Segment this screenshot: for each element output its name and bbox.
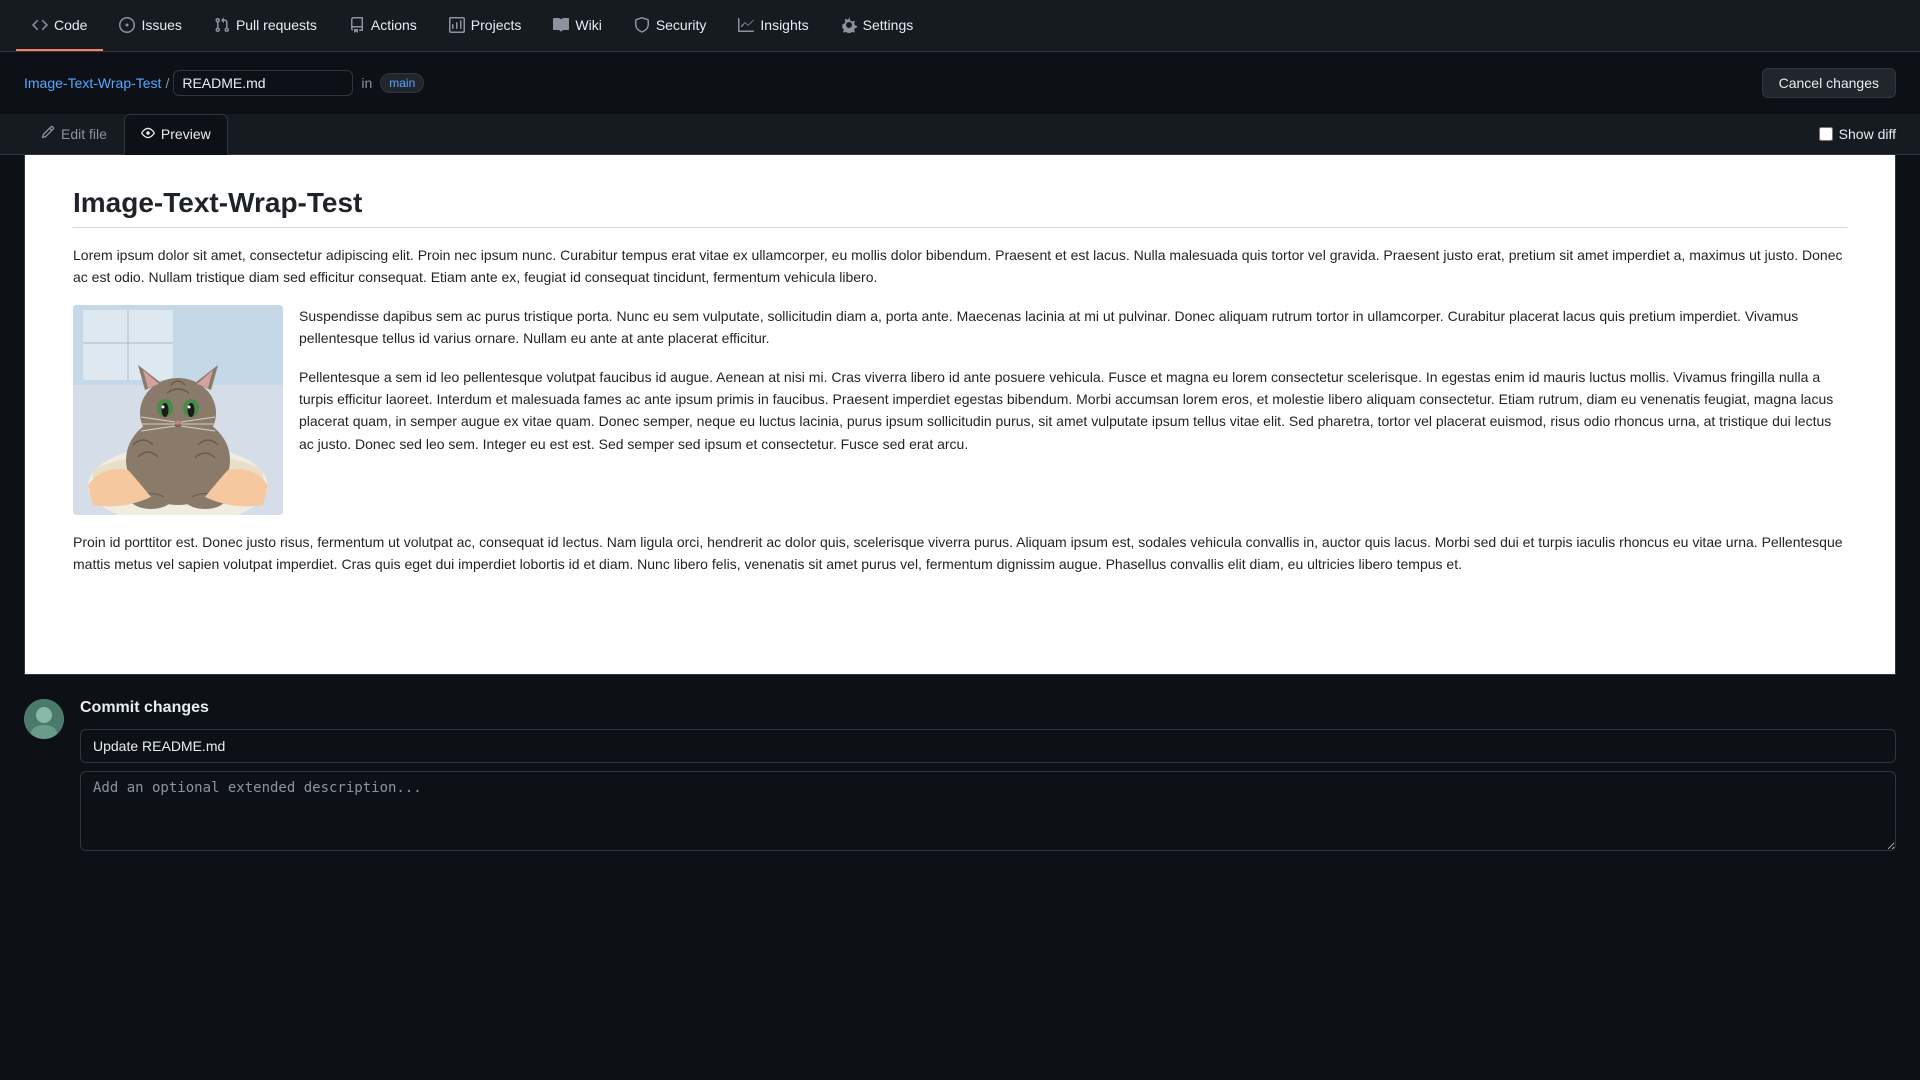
preview-paragraph-3: Proin id porttitor est. Donec justo risu… bbox=[73, 531, 1847, 576]
branch-badge[interactable]: main bbox=[380, 73, 424, 93]
nav-tab-insights[interactable]: Insights bbox=[722, 0, 824, 51]
nav-tab-projects[interactable]: Projects bbox=[433, 0, 538, 51]
preview-beside-image: Suspendisse dapibus sem ac purus tristiq… bbox=[299, 305, 1847, 350]
commit-form: Commit changes bbox=[80, 699, 1896, 854]
actions-icon bbox=[349, 17, 365, 33]
nav-tab-security-label: Security bbox=[656, 17, 707, 33]
nav-tab-settings-label: Settings bbox=[863, 17, 914, 33]
code-icon bbox=[32, 17, 48, 33]
preview-title: Image-Text-Wrap-Test bbox=[73, 187, 1847, 228]
in-label: in bbox=[361, 75, 372, 91]
commit-section-title: Commit changes bbox=[80, 699, 1896, 717]
breadcrumb-sep: / bbox=[165, 75, 169, 91]
nav-tab-security[interactable]: Security bbox=[618, 0, 723, 51]
issue-icon bbox=[119, 17, 135, 33]
nav-tab-issues[interactable]: Issues bbox=[103, 0, 197, 51]
nav-tab-settings[interactable]: Settings bbox=[825, 0, 930, 51]
editor-tab-group: Edit file Preview bbox=[24, 114, 228, 154]
show-diff-checkbox[interactable] bbox=[1819, 127, 1833, 141]
commit-section: Commit changes bbox=[0, 675, 1920, 878]
image-text-wrap: Suspendisse dapibus sem ac purus tristiq… bbox=[73, 305, 1847, 515]
nav-tab-wiki[interactable]: Wiki bbox=[537, 0, 617, 51]
nav-tab-actions[interactable]: Actions bbox=[333, 0, 433, 51]
tab-preview-label: Preview bbox=[161, 126, 211, 142]
wiki-icon bbox=[553, 17, 569, 33]
wrap-text: Suspendisse dapibus sem ac purus tristiq… bbox=[299, 305, 1847, 515]
preview-icon bbox=[141, 126, 155, 143]
show-diff-label: Show diff bbox=[1839, 126, 1896, 142]
nav-tab-insights-label: Insights bbox=[760, 17, 808, 33]
projects-icon bbox=[449, 17, 465, 33]
nav-tab-pull-requests-label: Pull requests bbox=[236, 17, 317, 33]
gear-icon bbox=[841, 17, 857, 33]
commit-description-textarea[interactable] bbox=[80, 771, 1896, 851]
top-nav: Code Issues Pull requests Actions bbox=[0, 0, 1920, 52]
tab-edit-label: Edit file bbox=[61, 126, 107, 142]
breadcrumb: Image-Text-Wrap-Test / in main bbox=[24, 70, 424, 96]
edit-file-icon bbox=[41, 125, 55, 142]
user-avatar bbox=[24, 699, 64, 739]
nav-tab-projects-label: Projects bbox=[471, 17, 522, 33]
filename-input[interactable] bbox=[173, 70, 353, 96]
repo-link[interactable]: Image-Text-Wrap-Test bbox=[24, 75, 161, 91]
nav-tab-code[interactable]: Code bbox=[16, 0, 103, 51]
avatar-image bbox=[24, 699, 64, 739]
editor-tabs: Edit file Preview Show diff bbox=[0, 114, 1920, 155]
nav-tab-code-label: Code bbox=[54, 17, 87, 33]
preview-paragraph-1: Lorem ipsum dolor sit amet, consectetur … bbox=[73, 244, 1847, 289]
preview-below-image-1: Pellentesque a sem id leo pellentesque v… bbox=[299, 366, 1847, 456]
nav-tab-wiki-label: Wiki bbox=[575, 17, 601, 33]
graph-icon bbox=[738, 17, 754, 33]
nav-tab-issues-label: Issues bbox=[141, 17, 181, 33]
shield-icon bbox=[634, 17, 650, 33]
editor-header: Image-Text-Wrap-Test / in main Cancel ch… bbox=[0, 52, 1920, 114]
show-diff-area: Show diff bbox=[1819, 126, 1896, 142]
nav-tab-actions-label: Actions bbox=[371, 17, 417, 33]
cat-illustration bbox=[73, 305, 283, 515]
commit-message-input[interactable] bbox=[80, 729, 1896, 763]
preview-content: Image-Text-Wrap-Test Lorem ipsum dolor s… bbox=[24, 155, 1896, 675]
pr-icon bbox=[214, 17, 230, 33]
nav-tabs: Code Issues Pull requests Actions bbox=[16, 0, 929, 51]
kitten-image bbox=[73, 305, 283, 515]
cancel-changes-button[interactable]: Cancel changes bbox=[1762, 68, 1896, 98]
tab-preview[interactable]: Preview bbox=[124, 114, 228, 155]
nav-tab-pull-requests[interactable]: Pull requests bbox=[198, 0, 333, 51]
tab-edit-file[interactable]: Edit file bbox=[24, 114, 124, 154]
